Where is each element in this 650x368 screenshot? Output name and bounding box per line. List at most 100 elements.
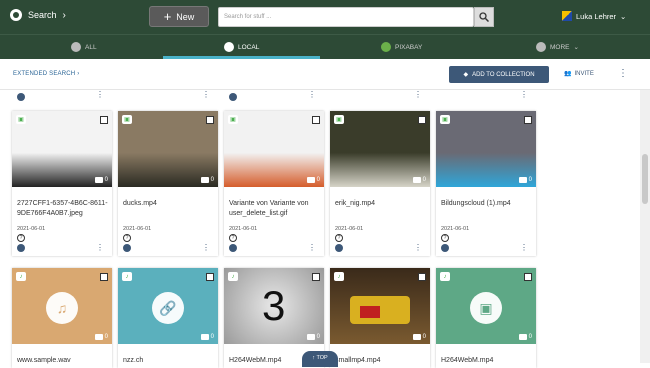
search-brand[interactable]: Search › — [10, 9, 66, 21]
select-checkbox[interactable] — [418, 116, 426, 124]
more-icon — [536, 42, 546, 52]
comment-icon — [94, 334, 103, 340]
play-icon[interactable] — [229, 93, 237, 101]
new-button[interactable]: + New — [149, 6, 209, 27]
source-tabs: ALL LOCAL PIXABAY MORE ⌄ — [0, 34, 650, 59]
media-type-icon: ♪ — [122, 272, 132, 281]
more-options-icon[interactable]: ⋮ — [202, 243, 210, 252]
card-thumbnail[interactable]: ♪ 0 — [330, 268, 430, 344]
media-card[interactable]: ♪ 0 smallmp4.mp4 — [330, 268, 430, 368]
media-card[interactable]: ▣ 0 ducks.mp4 2021-06-01 ? ⋮ — [118, 111, 218, 256]
countdown-number: 3 — [262, 282, 286, 329]
more-options-icon[interactable]: ⋮ — [202, 90, 210, 99]
comment-count: 0 — [306, 334, 320, 340]
comment-count-value: 0 — [316, 177, 320, 183]
local-icon — [224, 42, 234, 52]
select-checkbox[interactable] — [206, 273, 214, 281]
select-checkbox[interactable] — [524, 273, 532, 281]
more-options-icon[interactable]: ⋮ — [520, 90, 528, 99]
plus-icon: + — [163, 9, 172, 24]
card-thumbnail[interactable]: ▣ 0 — [118, 111, 218, 187]
extended-search-link[interactable]: EXTENDED SEARCH › — [13, 71, 79, 77]
card-title[interactable]: nzz.ch — [123, 356, 215, 366]
comment-count: 0 — [412, 334, 426, 340]
play-icon[interactable] — [335, 244, 343, 252]
select-checkbox[interactable] — [100, 273, 108, 281]
card-thumbnail[interactable]: 🔗 ♪ 0 — [118, 268, 218, 344]
card-title[interactable]: ducks.mp4 — [123, 199, 215, 209]
license-icon: ? — [335, 234, 343, 242]
media-card[interactable]: ▣ 0 2727CFF1-6357-4B6C-8611-9DE766F4A0B7… — [12, 111, 112, 256]
media-card[interactable]: ▣ 0 Bildungscloud (1).mp4 2021-06-01 ? ⋮ — [436, 111, 536, 256]
invite-button[interactable]: 👥 INVITE — [564, 70, 594, 78]
media-card[interactable]: ▣ ♪ 0 H264WebM.mp4 — [436, 268, 536, 368]
play-icon[interactable] — [17, 244, 25, 252]
card-title[interactable]: smallmp4.mp4 — [335, 356, 427, 366]
media-card[interactable]: 🔗 ♪ 0 nzz.ch — [118, 268, 218, 368]
license-icon: ? — [123, 234, 131, 242]
arrow-up-icon: ↑ — [312, 355, 316, 361]
search-button[interactable] — [474, 7, 494, 27]
tab-local-label: LOCAL — [238, 43, 260, 51]
user-name: Luka Lehrer — [576, 11, 617, 21]
invite-label: INVITE — [574, 70, 594, 77]
more-options-icon[interactable]: ⋮ — [96, 90, 104, 99]
media-card[interactable]: ▣ 0 erik_nig.mp4 2021-06-01 ? ⋮ — [330, 111, 430, 256]
play-icon[interactable] — [123, 244, 131, 252]
media-type-icon: ♪ — [228, 272, 238, 281]
scroll-top-button[interactable]: ↑ TOP — [302, 351, 338, 367]
more-options-icon[interactable]: ⋮ — [96, 243, 104, 252]
chevron-down-icon: ⌄ — [620, 11, 627, 21]
tab-all[interactable]: ALL — [71, 42, 97, 52]
tab-pixabay-label: PIXABAY — [395, 43, 423, 51]
card-thumbnail[interactable]: ▣ 0 — [330, 111, 430, 187]
play-icon[interactable] — [17, 93, 25, 101]
more-options-icon[interactable]: ⋮ — [520, 243, 528, 252]
logo-icon — [10, 9, 22, 21]
media-card[interactable]: ▣ 0 Variante von Variante von user_delet… — [224, 111, 324, 256]
pixabay-icon — [381, 42, 391, 52]
film-icon: ▣ — [470, 292, 502, 324]
scrollbar-thumb[interactable] — [642, 154, 648, 204]
play-icon[interactable] — [441, 244, 449, 252]
card-title[interactable]: erik_nig.mp4 — [335, 199, 427, 209]
more-options-icon[interactable]: ⋮ — [308, 90, 316, 99]
all-icon — [71, 42, 81, 52]
select-checkbox[interactable] — [418, 273, 426, 281]
scrollbar[interactable] — [640, 90, 650, 363]
select-checkbox[interactable] — [100, 116, 108, 124]
search-input[interactable]: Search for stuff ... — [218, 7, 474, 27]
tab-more[interactable]: MORE ⌄ — [536, 42, 579, 52]
card-thumbnail[interactable]: ▣ ♪ 0 — [436, 268, 536, 344]
media-card[interactable]: ♫ ♪ 0 www.sample.wav — [12, 268, 112, 368]
select-checkbox[interactable] — [312, 116, 320, 124]
add-to-collection-button[interactable]: ◆ ADD TO COLLECTION — [449, 66, 549, 83]
play-icon[interactable] — [229, 244, 237, 252]
comment-icon — [412, 334, 421, 340]
card-title[interactable]: H264WebM.mp4 — [441, 356, 533, 366]
card-thumbnail[interactable]: ▣ 0 — [436, 111, 536, 187]
comment-count-value: 0 — [104, 334, 108, 340]
select-checkbox[interactable] — [524, 116, 532, 124]
user-menu[interactable]: Luka Lehrer ⌄ — [562, 11, 626, 21]
tab-pixabay[interactable]: PIXABAY — [381, 42, 422, 52]
card-title[interactable]: Bildungscloud (1).mp4 — [441, 199, 533, 209]
card-title[interactable]: Variante von Variante von user_delete_li… — [229, 199, 321, 219]
tab-local[interactable]: LOCAL — [224, 42, 259, 52]
card-title[interactable]: www.sample.wav — [17, 356, 109, 366]
more-options-icon[interactable]: ⋮ — [618, 68, 628, 79]
card-thumbnail[interactable]: ▣ 0 — [12, 111, 112, 187]
card-date: 2021-06-01 — [229, 226, 258, 232]
card-thumbnail[interactable]: ♫ ♪ 0 — [12, 268, 112, 344]
card-title[interactable]: 2727CFF1-6357-4B6C-8611-9DE766F4A0B7.jpe… — [17, 199, 109, 219]
media-type-icon: ▣ — [334, 115, 344, 124]
select-checkbox[interactable] — [206, 116, 214, 124]
comment-count-value: 0 — [210, 334, 214, 340]
card-thumbnail[interactable]: 3 ♪ 0 — [224, 268, 324, 344]
new-label: New — [176, 11, 195, 22]
more-options-icon[interactable]: ⋮ — [414, 243, 422, 252]
more-options-icon[interactable]: ⋮ — [308, 243, 316, 252]
more-options-icon[interactable]: ⋮ — [414, 90, 422, 99]
select-checkbox[interactable] — [312, 273, 320, 281]
card-thumbnail[interactable]: ▣ 0 — [224, 111, 324, 187]
